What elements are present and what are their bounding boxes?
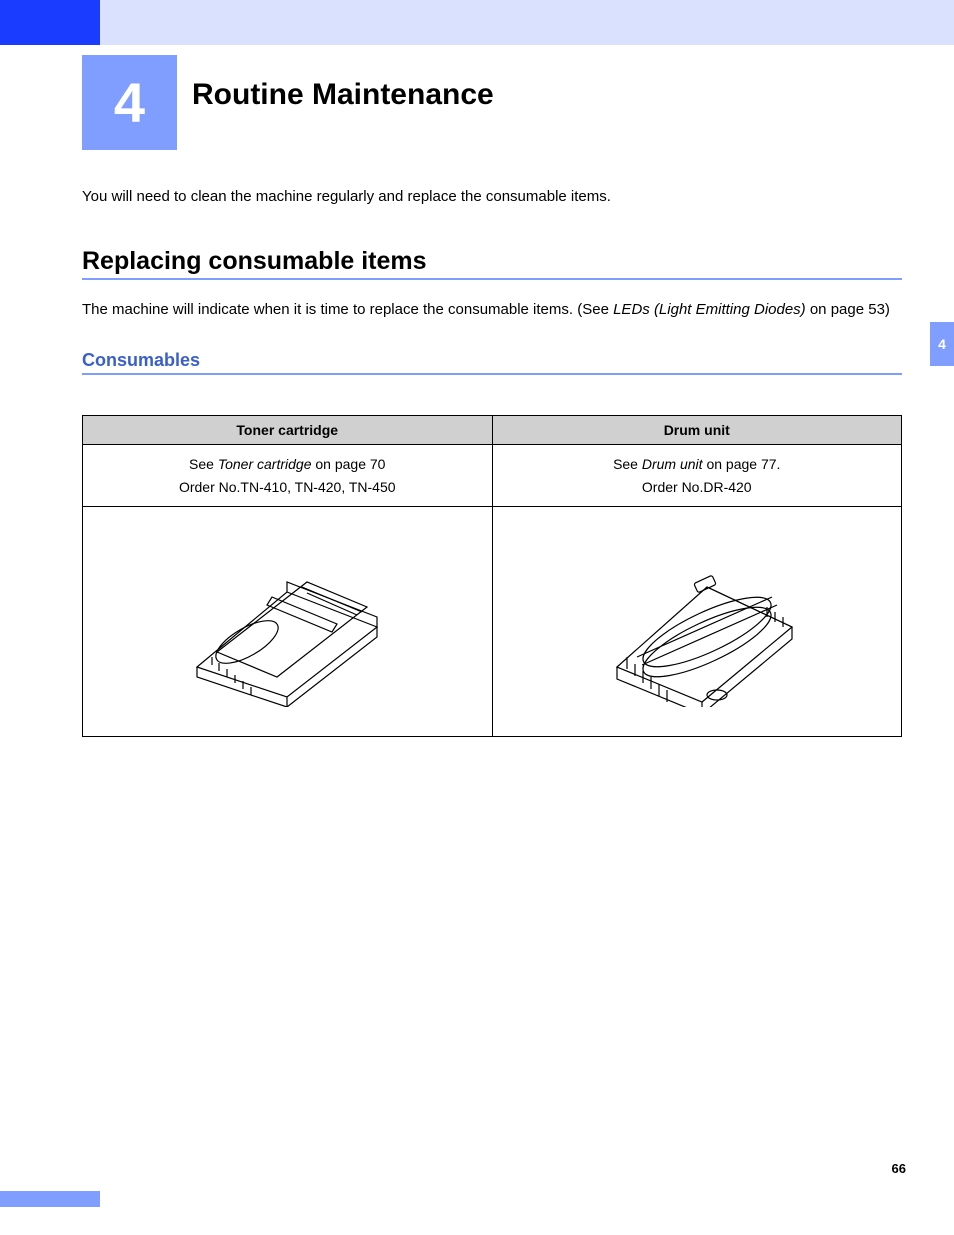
chapter-title: Routine Maintenance <box>192 78 494 112</box>
table-cell-toner-image <box>83 507 493 737</box>
chapter-number: 4 <box>114 70 145 135</box>
toner-order-number: Order No.TN-410, TN-420, TN-450 <box>179 479 396 495</box>
section-text-part2: on page 53) <box>806 301 890 318</box>
table-cell-toner-info: See Toner cartridge on page 70 Order No.… <box>83 445 493 507</box>
toner-see-prefix: See <box>189 456 218 472</box>
chapter-number-block: 4 <box>82 55 177 150</box>
section-paragraph: The machine will indicate when it is tim… <box>82 300 902 320</box>
page-content: You will need to clean the machine regul… <box>82 188 902 737</box>
toner-see-suffix: on page 70 <box>312 456 386 472</box>
section-text-part1: The machine will indicate when it is tim… <box>82 301 613 318</box>
footer-accent-bar <box>0 1191 100 1207</box>
side-tab-number: 4 <box>938 336 946 352</box>
table-cell-drum-image <box>492 507 902 737</box>
page-number: 66 <box>892 1161 906 1176</box>
section-heading-replacing: Replacing consumable items <box>82 247 902 280</box>
toner-see-link[interactable]: Toner cartridge <box>218 456 312 472</box>
table-header-drum: Drum unit <box>492 416 902 445</box>
drum-see-suffix: on page 77. <box>703 456 781 472</box>
table-header-toner: Toner cartridge <box>83 416 493 445</box>
table-info-row: See Toner cartridge on page 70 Order No.… <box>83 445 902 507</box>
drum-order-number: Order No.DR-420 <box>642 479 752 495</box>
drum-see-link[interactable]: Drum unit <box>642 456 703 472</box>
consumables-table: Toner cartridge Drum unit See Toner cart… <box>82 415 902 737</box>
subsection-heading-consumables: Consumables <box>82 350 902 375</box>
table-cell-drum-info: See Drum unit on page 77. Order No.DR-42… <box>492 445 902 507</box>
drum-see-prefix: See <box>613 456 642 472</box>
side-chapter-tab[interactable]: 4 <box>930 322 954 366</box>
header-blue-accent <box>0 0 100 45</box>
table-header-row: Toner cartridge Drum unit <box>83 416 902 445</box>
table-image-row <box>83 507 902 737</box>
toner-cartridge-illustration <box>157 537 417 707</box>
header-light-accent <box>100 0 954 45</box>
section-text-link[interactable]: LEDs (Light Emitting Diodes) <box>613 301 806 318</box>
drum-unit-illustration <box>567 537 827 707</box>
intro-paragraph: You will need to clean the machine regul… <box>82 188 902 205</box>
